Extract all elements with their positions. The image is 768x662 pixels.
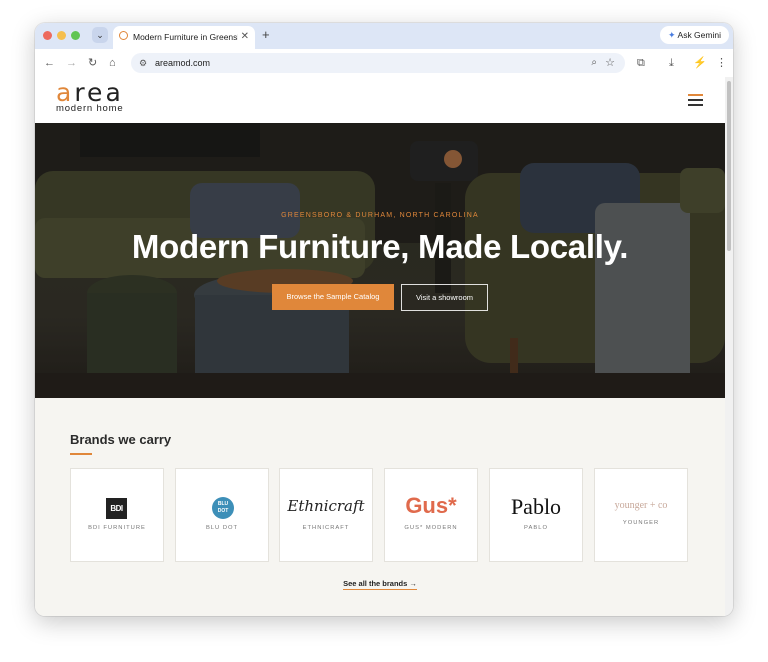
forward-arrow-icon[interactable]: → bbox=[66, 55, 77, 71]
new-tab-plus-icon[interactable]: + bbox=[262, 27, 270, 43]
pablo-logo: Pablo bbox=[510, 494, 562, 519]
see-all-brands-link[interactable]: See all the brands → bbox=[343, 579, 417, 590]
brand-name: GUS* MODERN bbox=[404, 525, 458, 531]
brands-section-title: Brands we carry bbox=[70, 432, 172, 447]
home-icon[interactable]: ⌂ bbox=[109, 55, 116, 71]
back-arrow-icon[interactable]: ← bbox=[44, 55, 55, 71]
brand-name: ETHNICRAFT bbox=[302, 525, 350, 531]
browser-toolbar: ← → ↻ ⌂ ⚙ areamod.com ⌕ ☆ ⧉ ⤓ ⚡ ⋮ bbox=[35, 49, 733, 78]
brand-name: PABLO bbox=[524, 525, 548, 531]
site-header: area modern home bbox=[35, 77, 725, 124]
hamburger-menu-icon[interactable] bbox=[688, 94, 703, 106]
ask-gemini-button[interactable]: ✦ Ask Gemini bbox=[660, 26, 729, 44]
hero-banner: GREENSBORO & DURHAM, NORTH CAROLINA Mode… bbox=[35, 123, 725, 398]
page-scrollbar[interactable] bbox=[725, 77, 733, 616]
address-bar[interactable]: ⚙ areamod.com ⌕ ☆ bbox=[131, 53, 625, 73]
brands-title-underline bbox=[70, 453, 92, 455]
reload-icon[interactable]: ↻ bbox=[88, 55, 97, 71]
tab-close-icon[interactable]: ✕ bbox=[241, 30, 249, 43]
search-zoom-icon[interactable]: ⌕ bbox=[591, 55, 597, 71]
brand-name: BDI FURNITURE bbox=[88, 525, 146, 531]
brand-card-ethnicraft[interactable]: Ethnicraft ETHNICRAFT bbox=[279, 468, 373, 562]
brand-card-blu-dot[interactable]: BLU DOT BLU DOT bbox=[175, 468, 269, 562]
site-favicon-icon bbox=[119, 31, 128, 40]
gus-logo: Gus* bbox=[405, 493, 457, 518]
browse-catalog-button[interactable]: Browse the Sample Catalog bbox=[272, 284, 394, 310]
url-text[interactable]: areamod.com bbox=[155, 55, 210, 71]
visit-showroom-button[interactable]: Visit a showroom bbox=[401, 284, 488, 311]
minimize-window-button[interactable] bbox=[57, 31, 66, 40]
tab-title: Modern Furniture in Greensboro & Durham bbox=[133, 32, 238, 42]
scrollbar-thumb[interactable] bbox=[727, 81, 731, 251]
blu-dot-logo: BLU DOT bbox=[212, 497, 234, 519]
brand-card-younger[interactable]: younger + co YOUNGER bbox=[594, 468, 688, 562]
site-info-tune-icon[interactable]: ⚙ bbox=[139, 55, 147, 71]
hero-title: Modern Furniture, Made Locally. bbox=[131, 228, 629, 265]
brand-card-pablo[interactable]: Pablo PABLO bbox=[489, 468, 583, 562]
maximize-window-button[interactable] bbox=[71, 31, 80, 40]
blu-dot-logo-text: BLU DOT bbox=[217, 501, 229, 514]
extension-bolt-icon[interactable]: ⚡ bbox=[693, 55, 707, 71]
bookmark-star-icon[interactable]: ☆ bbox=[605, 55, 615, 71]
browser-menu-kebab-icon[interactable]: ⋮ bbox=[716, 55, 727, 71]
brand-name: YOUNGER bbox=[622, 520, 660, 526]
bdi-logo: BDI bbox=[106, 498, 127, 519]
ethnicraft-logo: Ethnicraft bbox=[287, 497, 365, 515]
tab-active[interactable]: Modern Furniture in Greensboro & Durham … bbox=[113, 26, 255, 49]
brand-card-gus-modern[interactable]: Gus* GUS* MODERN bbox=[384, 468, 478, 562]
logo-tagline: modern home bbox=[56, 103, 124, 114]
hero-location-kicker: GREENSBORO & DURHAM, NORTH CAROLINA bbox=[281, 212, 479, 219]
see-all-brands-container: See all the brands → bbox=[35, 578, 725, 590]
brand-name: BLU DOT bbox=[205, 525, 239, 531]
web-page: area modern home GREENSBORO & DURHAM, NO… bbox=[35, 77, 725, 616]
browser-window: ⌄ Modern Furniture in Greensboro & Durha… bbox=[35, 23, 733, 616]
ask-gemini-label: Ask Gemini bbox=[677, 30, 721, 40]
tab-search-chevron-down-icon[interactable]: ⌄ bbox=[92, 27, 108, 43]
close-window-button[interactable] bbox=[43, 31, 52, 40]
extensions-puzzle-icon[interactable]: ⧉ bbox=[637, 55, 645, 71]
tab-strip: ⌄ Modern Furniture in Greensboro & Durha… bbox=[35, 23, 733, 49]
younger-logo: younger + co bbox=[614, 500, 668, 511]
brand-card-bdi[interactable]: BDI BDI FURNITURE bbox=[70, 468, 164, 562]
download-icon[interactable]: ⤓ bbox=[669, 55, 674, 71]
gemini-sparkle-icon: ✦ bbox=[667, 30, 676, 40]
